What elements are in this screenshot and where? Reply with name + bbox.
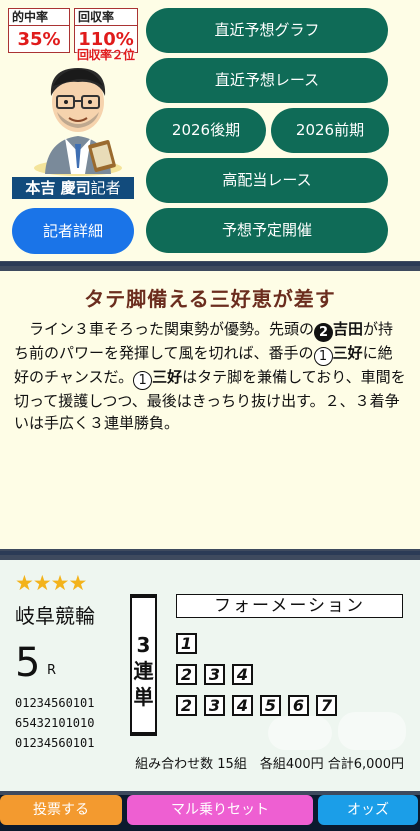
- bet-type-char: 単: [133, 685, 154, 709]
- race-number: 5: [15, 640, 41, 686]
- bet-summary: 組み合わせ数 15組 各組400円 合計6,000円: [135, 757, 404, 772]
- reporter-panel: 的中率 35% 回収率 110% 回収率２位 本吉 慶司記者 記者詳細 直近予想…: [0, 0, 420, 261]
- rider-name: 三好: [332, 344, 363, 362]
- recent-forecast-races-button[interactable]: 直近予想レース: [146, 58, 388, 103]
- selected-number: 1: [176, 633, 197, 654]
- selected-number: 5: [260, 695, 281, 716]
- hit-rate-box: 的中率 35%: [8, 8, 70, 53]
- rider-name: 三好: [152, 368, 183, 386]
- bet-code: 01234560101: [15, 696, 95, 710]
- recent-forecast-graph-button[interactable]: 直近予想グラフ: [146, 8, 388, 53]
- recovery-rate-label: 回収率: [75, 9, 137, 26]
- comment-headline: タテ脚備える三好恵が差す: [84, 287, 336, 311]
- second-place-row: 234: [176, 664, 260, 685]
- formation-label: フォーメーション: [176, 594, 403, 618]
- selected-number: 2: [176, 664, 197, 685]
- rider-name: 吉田: [333, 320, 364, 338]
- rider-number-badge: 2: [314, 323, 334, 342]
- first-place-row: 1: [176, 633, 204, 654]
- reporter-title: 記者: [90, 179, 121, 197]
- faded-overlay: [268, 716, 332, 750]
- divider: [0, 551, 420, 555]
- selected-number: 3: [204, 695, 225, 716]
- planned-forecast-button[interactable]: 予想予定開催: [146, 208, 388, 253]
- high-payout-races-button[interactable]: 高配当レース: [146, 158, 388, 203]
- reporter-avatar: [34, 68, 122, 176]
- selected-number: 7: [316, 695, 337, 716]
- selected-number: 6: [288, 695, 309, 716]
- bet-type-label: 3 連 単: [130, 594, 157, 736]
- bet-panel: ★★★★ 岐阜競輪 5 R 01234560101 65432101010 01…: [0, 560, 420, 791]
- race-unit: R: [47, 663, 57, 678]
- third-place-row: 234567: [176, 695, 344, 716]
- copy-bet-set-button[interactable]: マル乗りセット: [127, 795, 313, 825]
- faded-overlay: [338, 712, 406, 750]
- season-later-button[interactable]: 2026後期: [146, 108, 266, 153]
- divider: [0, 262, 420, 266]
- vote-button[interactable]: 投票する: [0, 795, 122, 825]
- bet-code: 01234560101: [15, 736, 95, 750]
- hit-rate-value: 35%: [17, 29, 61, 50]
- selected-number: 2: [176, 695, 197, 716]
- selected-number: 3: [204, 664, 225, 685]
- comment-body: ライン３車そろった関東勢が優勢。先頭の 2 吉田が持ち前のパワーを発揮して風を切れば…: [14, 318, 406, 434]
- reporter-name: 本吉 慶司: [25, 179, 91, 197]
- reporter-detail-button[interactable]: 記者詳細: [12, 208, 134, 254]
- comment-text: ライン３車そろった関東勢が優勢。先頭の: [29, 320, 315, 338]
- rating-stars: ★★★★: [15, 571, 87, 595]
- season-earlier-button[interactable]: 2026前期: [271, 108, 389, 153]
- bet-type-char: 連: [133, 659, 154, 683]
- bet-code: 65432101010: [15, 716, 95, 730]
- reporter-name-plate: 本吉 慶司記者: [12, 177, 134, 199]
- selected-number: 4: [232, 664, 253, 685]
- bet-type-char: 3: [136, 633, 151, 657]
- forecast-comment-panel: タテ脚備える三好恵が差す ライン３車そろった関東勢が優勢。先頭の 2 吉田が持ち前の…: [0, 271, 420, 549]
- odds-button[interactable]: オッズ: [318, 795, 418, 825]
- venue-name: 岐阜競輪: [15, 604, 95, 628]
- rider-number-badge: 1: [313, 347, 333, 366]
- action-bar: 投票する マル乗りセット オッズ: [0, 795, 420, 831]
- rider-number-badge: 1: [133, 371, 153, 390]
- hit-rate-label: 的中率: [9, 9, 69, 26]
- selected-number: 4: [232, 695, 253, 716]
